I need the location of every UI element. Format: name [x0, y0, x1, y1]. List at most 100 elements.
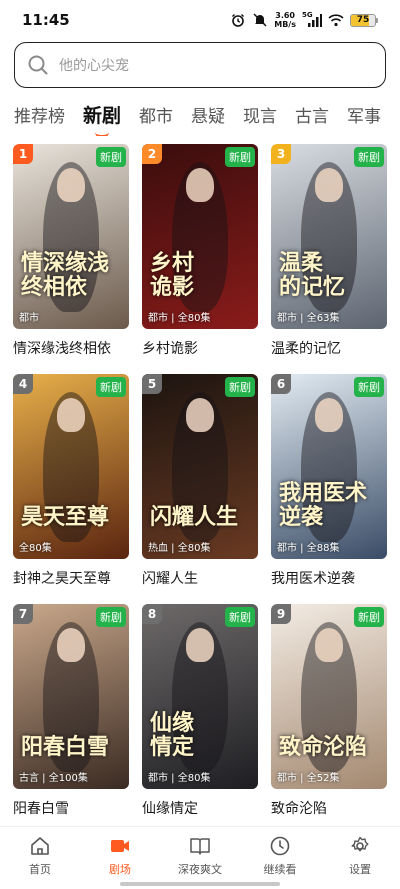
drama-card[interactable]: 我用医术逆袭 6 新剧 都市 | 全88集 我用医术逆袭	[271, 374, 387, 588]
nav-label: 继续看	[263, 863, 297, 876]
nav-item-gear[interactable]: 设置	[325, 835, 395, 889]
poster-title-art: 昊天至尊	[21, 504, 110, 530]
rank-badge: 8	[142, 604, 162, 624]
active-tab-indicator	[95, 132, 109, 136]
drama-card[interactable]: 仙缘 情定 8 新剧 都市 | 全80集 仙缘情定	[142, 604, 258, 818]
poster-face	[315, 628, 343, 662]
rank-badge: 7	[13, 604, 33, 624]
tab-1[interactable]: 新剧	[83, 101, 121, 136]
search-input[interactable]: 他的心尖宠	[59, 55, 129, 75]
drama-poster[interactable]: 我用医术逆袭 6 新剧 都市 | 全88集	[271, 374, 387, 559]
new-badge: 新剧	[354, 377, 384, 397]
drama-title[interactable]: 封神之昊天至尊	[13, 568, 129, 588]
drama-card[interactable]: 乡村 诡影 2 新剧 都市 | 全80集 乡村诡影	[142, 144, 258, 358]
poster-title-art: 情深缘浅 终相依	[21, 250, 110, 300]
poster-title-art: 温柔 的记忆	[279, 250, 346, 300]
signal-icon: 5G	[302, 11, 322, 27]
rank-badge: 5	[142, 374, 162, 394]
poster-meta: 都市 | 全52集	[277, 773, 340, 784]
rank-badge: 9	[271, 604, 291, 624]
drama-card[interactable]: 昊天至尊 4 新剧 全80集 封神之昊天至尊	[13, 374, 129, 588]
category-tabs: 推荐榜 新剧 都市 悬疑 现言 古言 军事	[0, 96, 400, 136]
drama-title[interactable]: 致命沦陷	[271, 798, 387, 818]
drama-title[interactable]: 仙缘情定	[142, 798, 258, 818]
poster-meta: 都市 | 全88集	[277, 543, 340, 554]
drama-card[interactable]: 致命沦陷 9 新剧 都市 | 全52集 致命沦陷	[271, 604, 387, 818]
tab-0[interactable]: 推荐榜	[14, 102, 65, 131]
book-icon	[189, 835, 211, 857]
drama-poster[interactable]: 致命沦陷 9 新剧 都市 | 全52集	[271, 604, 387, 789]
rank-badge: 1	[13, 144, 33, 164]
poster-face	[186, 168, 214, 202]
tab-3[interactable]: 悬疑	[191, 102, 225, 131]
new-badge: 新剧	[354, 607, 384, 627]
status-icons: 3.60 MB/s 5G 75	[230, 11, 378, 29]
drama-title[interactable]: 情深缘浅终相依	[13, 338, 129, 358]
home-icon	[29, 835, 51, 857]
rank-badge: 4	[13, 374, 33, 394]
battery-icon: 75	[350, 13, 378, 27]
alarm-icon	[230, 13, 246, 27]
nav-label: 深夜爽文	[178, 863, 222, 876]
drama-poster[interactable]: 仙缘 情定 8 新剧 都市 | 全80集	[142, 604, 258, 789]
search-bar[interactable]: 他的心尖宠	[14, 42, 386, 88]
video-icon	[109, 835, 131, 857]
mute-icon	[252, 13, 268, 27]
nav-item-book[interactable]: 深夜爽文	[165, 835, 235, 889]
tab-5[interactable]: 古言	[295, 102, 329, 131]
poster-meta: 古言 | 全100集	[19, 773, 88, 784]
status-time: 11:45	[22, 11, 70, 29]
new-badge: 新剧	[225, 607, 255, 627]
drama-card[interactable]: 情深缘浅 终相依 1 新剧 都市 情深缘浅终相依	[13, 144, 129, 358]
poster-title-art: 乡村 诡影	[150, 250, 195, 300]
nav-item-home[interactable]: 首页	[5, 835, 75, 889]
poster-face	[315, 398, 343, 432]
tab-6[interactable]: 军事	[347, 102, 381, 131]
drama-title[interactable]: 乡村诡影	[142, 338, 258, 358]
drama-title[interactable]: 我用医术逆袭	[271, 568, 387, 588]
clock-icon	[269, 835, 291, 857]
wifi-icon	[328, 13, 344, 27]
rank-badge: 2	[142, 144, 162, 164]
drama-poster[interactable]: 情深缘浅 终相依 1 新剧 都市	[13, 144, 129, 329]
new-badge: 新剧	[225, 377, 255, 397]
poster-meta: 都市 | 全63集	[277, 313, 340, 324]
nav-label: 剧场	[109, 863, 131, 876]
drama-poster[interactable]: 闪耀人生 5 新剧 热血 | 全80集	[142, 374, 258, 559]
drama-title[interactable]: 温柔的记忆	[271, 338, 387, 358]
drama-poster[interactable]: 昊天至尊 4 新剧 全80集	[13, 374, 129, 559]
poster-face	[186, 628, 214, 662]
home-indicator	[120, 882, 280, 886]
drama-card[interactable]: 闪耀人生 5 新剧 热血 | 全80集 闪耀人生	[142, 374, 258, 588]
poster-face	[57, 168, 85, 202]
gear-icon	[349, 835, 371, 857]
rank-badge: 6	[271, 374, 291, 394]
nav-item-clock[interactable]: 继续看	[245, 835, 315, 889]
drama-poster[interactable]: 温柔 的记忆 3 新剧都市 | 全63集	[271, 144, 387, 329]
drama-title[interactable]: 闪耀人生	[142, 568, 258, 588]
new-badge: 新剧	[96, 377, 126, 397]
drama-poster[interactable]: 乡村 诡影 2 新剧 都市 | 全80集	[142, 144, 258, 329]
new-badge: 新剧	[225, 147, 255, 167]
rank-badge: 3	[271, 144, 291, 164]
poster-title-art: 闪耀人生	[150, 504, 239, 530]
nav-label: 首页	[29, 863, 51, 876]
poster-title-art: 仙缘 情定	[150, 710, 195, 760]
poster-face	[57, 398, 85, 432]
drama-title[interactable]: 阳春白雪	[13, 798, 129, 818]
nav-item-video[interactable]: 剧场	[85, 835, 155, 889]
new-badge: 新剧	[354, 147, 384, 167]
poster-face	[186, 398, 214, 432]
nav-label: 设置	[349, 863, 371, 876]
net-speed: 3.60 MB/s	[274, 11, 296, 29]
new-badge: 新剧	[96, 607, 126, 627]
drama-card[interactable]: 温柔 的记忆 3 新剧都市 | 全63集温柔的记忆	[271, 144, 387, 358]
tab-4[interactable]: 现言	[243, 102, 277, 131]
tab-2[interactable]: 都市	[139, 102, 173, 131]
new-badge: 新剧	[96, 147, 126, 167]
bottom-nav: 首页 剧场 深夜爽文 继续看 设置	[0, 826, 400, 889]
drama-card[interactable]: 阳春白雪 7 新剧 古言 | 全100集 阳春白雪	[13, 604, 129, 818]
status-bar: 11:45 3.60 MB/s 5G 75	[0, 0, 400, 40]
poster-face	[315, 168, 343, 202]
drama-poster[interactable]: 阳春白雪 7 新剧 古言 | 全100集	[13, 604, 129, 789]
